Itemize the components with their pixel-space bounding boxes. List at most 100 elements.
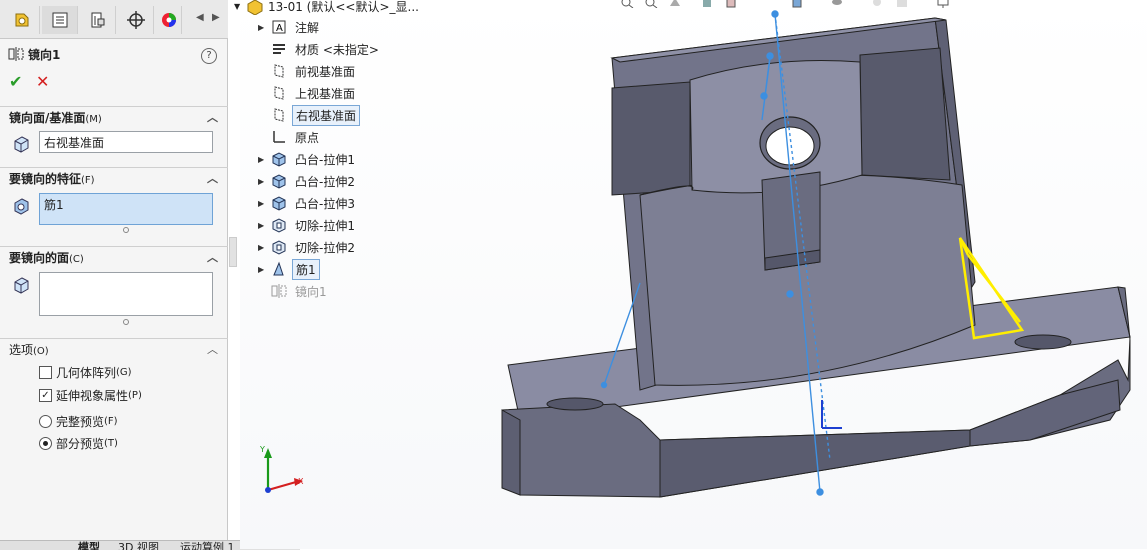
tab-scroll-right-icon[interactable]: ▶ <box>212 12 220 23</box>
full-preview-radio[interactable]: 完整预览 (F) <box>39 413 118 430</box>
boss-extrude-icon <box>270 195 288 211</box>
graphics-viewport[interactable]: Y X <box>240 0 1147 549</box>
property-manager-panel: ◀ ▶ 镜向1 ? ✔ ✕ 镜向面/基准面(M) ︿ 右视基准面 要镜向的特征(… <box>0 0 228 549</box>
tree-item-label: 前视基准面 <box>295 64 356 79</box>
faces-to-mirror-group-header[interactable]: 要镜向的面(C) ︿ <box>0 246 228 268</box>
tree-item[interactable]: 右视基准面 <box>258 104 361 126</box>
edit-appearance-icon[interactable] <box>870 0 884 8</box>
part-icon <box>247 0 263 15</box>
tree-item[interactable]: ▶ 切除-拉伸2 <box>258 237 358 257</box>
chevron-up-icon[interactable]: ︿ <box>207 107 218 129</box>
tree-item-label: 切除-拉伸2 <box>295 240 355 255</box>
tree-item[interactable]: ▶ 筋1 <box>258 258 320 280</box>
faces-to-mirror-list[interactable] <box>39 272 213 316</box>
configuration-manager-tab[interactable] <box>80 6 116 34</box>
rib-icon <box>270 261 288 277</box>
resize-grip-icon[interactable] <box>123 319 129 325</box>
tree-item[interactable]: ▶ 凸台-拉伸2 <box>258 171 358 191</box>
tree-item[interactable]: ▶ 切除-拉伸1 <box>258 215 358 235</box>
features-to-mirror-group-header[interactable]: 要镜向的特征(F) ︿ <box>0 167 228 189</box>
view-orientation-icon[interactable] <box>724 0 738 8</box>
cancel-x-icon[interactable]: ✕ <box>36 72 49 91</box>
tree-item[interactable]: 原点 <box>258 127 322 147</box>
tree-item[interactable]: ▶ 凸台-拉伸1 <box>258 149 358 169</box>
features-to-mirror-header-label: 要镜向的特征 <box>9 172 82 186</box>
plane-icon <box>270 85 288 101</box>
mirror-plane-group-header[interactable]: 镜向面/基准面(M) ︿ <box>0 106 228 128</box>
view-settings-icon[interactable] <box>936 0 950 8</box>
tree-item-label: 上视基准面 <box>295 86 356 101</box>
property-manager-tab[interactable] <box>42 6 78 34</box>
expand-triangle-icon[interactable]: ▶ <box>258 199 270 208</box>
zoom-to-fit-icon[interactable] <box>620 0 634 8</box>
collapse-triangle-icon[interactable]: ▼ <box>234 2 246 11</box>
configuration-manager-icon <box>91 12 104 28</box>
chevron-up-icon[interactable]: ︿ <box>207 339 218 361</box>
help-icon[interactable]: ? <box>201 48 217 64</box>
tree-item-label: 镜向1 <box>295 284 327 299</box>
ok-check-icon[interactable]: ✔ <box>9 72 22 91</box>
expand-triangle-icon[interactable]: ▶ <box>258 23 270 32</box>
geometry-pattern-label: 几何体阵列 <box>56 366 117 380</box>
expand-triangle-icon[interactable]: ▶ <box>258 243 270 252</box>
dimxpert-icon <box>126 11 145 29</box>
zoom-to-area-icon[interactable] <box>644 0 658 8</box>
previous-view-icon[interactable] <box>668 0 682 8</box>
expand-triangle-icon[interactable]: ▶ <box>258 177 270 186</box>
tree-item[interactable]: 材质 <未指定> <box>258 39 382 59</box>
checkbox-unchecked[interactable] <box>39 366 52 379</box>
propagate-visual-checkbox[interactable]: ✓ 延伸视象属性 (P) <box>39 387 142 404</box>
options-group-header[interactable]: 选项(O) ︿ <box>0 338 228 360</box>
origin-icon <box>270 129 288 145</box>
plane-selection-icon <box>12 135 30 156</box>
feature-manager-icon <box>15 13 28 27</box>
partial-preview-label: 部分预览 <box>56 437 105 451</box>
radio-on[interactable] <box>39 437 52 450</box>
dimxpert-tab[interactable] <box>118 6 154 34</box>
tree-item[interactable]: ▶ A 注解 <box>258 17 322 37</box>
tree-item[interactable]: 镜向1 <box>258 281 330 301</box>
triad-y-label: Y <box>259 445 265 454</box>
manager-tab-bar: ◀ ▶ <box>0 0 228 39</box>
geometry-pattern-checkbox[interactable]: 几何体阵列 (G) <box>39 364 132 381</box>
tree-item[interactable]: 上视基准面 <box>258 83 358 103</box>
tree-item-label: 注解 <box>295 20 320 35</box>
feature-manager-tab[interactable] <box>4 6 40 34</box>
property-manager-icon <box>52 12 67 28</box>
appearance-icon <box>161 13 176 27</box>
heads-up-toolbar <box>620 0 980 10</box>
hide-show-items-icon[interactable] <box>830 0 844 8</box>
expand-triangle-icon[interactable]: ▶ <box>258 155 270 164</box>
features-to-mirror-list[interactable]: 筋1 <box>39 193 213 225</box>
section-view-icon[interactable] <box>700 0 714 8</box>
mirror-plane-header-label: 镜向面/基准面 <box>9 111 86 125</box>
tree-item[interactable]: 前视基准面 <box>258 61 358 81</box>
full-preview-label: 完整预览 <box>56 415 105 429</box>
tree-item-label: 切除-拉伸1 <box>295 218 355 233</box>
expand-triangle-icon[interactable]: ▶ <box>258 221 270 230</box>
display-style-icon[interactable] <box>790 0 804 8</box>
checkbox-checked[interactable]: ✓ <box>39 389 52 402</box>
tree-item[interactable]: ▶ 凸台-拉伸3 <box>258 193 358 213</box>
tab-scroll-left-icon[interactable]: ◀ <box>196 12 204 23</box>
plane-icon <box>270 107 288 123</box>
radio-off[interactable] <box>39 415 52 428</box>
appearance-tab[interactable] <box>156 6 182 34</box>
full-preview-shortcut: (F) <box>104 416 118 427</box>
tree-root[interactable]: ▼ 13-01 (默认<<默认>_显... <box>234 0 419 15</box>
apply-scene-icon[interactable] <box>895 0 909 8</box>
partial-preview-radio[interactable]: 部分预览 (T) <box>39 435 118 452</box>
mirror-plane-field[interactable]: 右视基准面 <box>39 131 213 153</box>
triad-x-label: X <box>298 477 304 486</box>
expand-triangle-icon[interactable]: ▶ <box>258 265 270 274</box>
tree-item-label: 凸台-拉伸2 <box>295 174 355 189</box>
chevron-up-icon[interactable]: ︿ <box>207 168 218 190</box>
faces-to-mirror-shortcut: (C) <box>69 254 84 265</box>
options-shortcut: (O) <box>33 346 49 357</box>
panel-splitter-handle[interactable] <box>229 237 237 267</box>
resize-grip-icon[interactable] <box>123 227 129 233</box>
mirror-feature-icon <box>8 47 24 64</box>
geometry-pattern-shortcut: (G) <box>116 367 132 378</box>
faces-to-mirror-header-label: 要镜向的面 <box>9 251 70 265</box>
chevron-up-icon[interactable]: ︿ <box>207 247 218 269</box>
